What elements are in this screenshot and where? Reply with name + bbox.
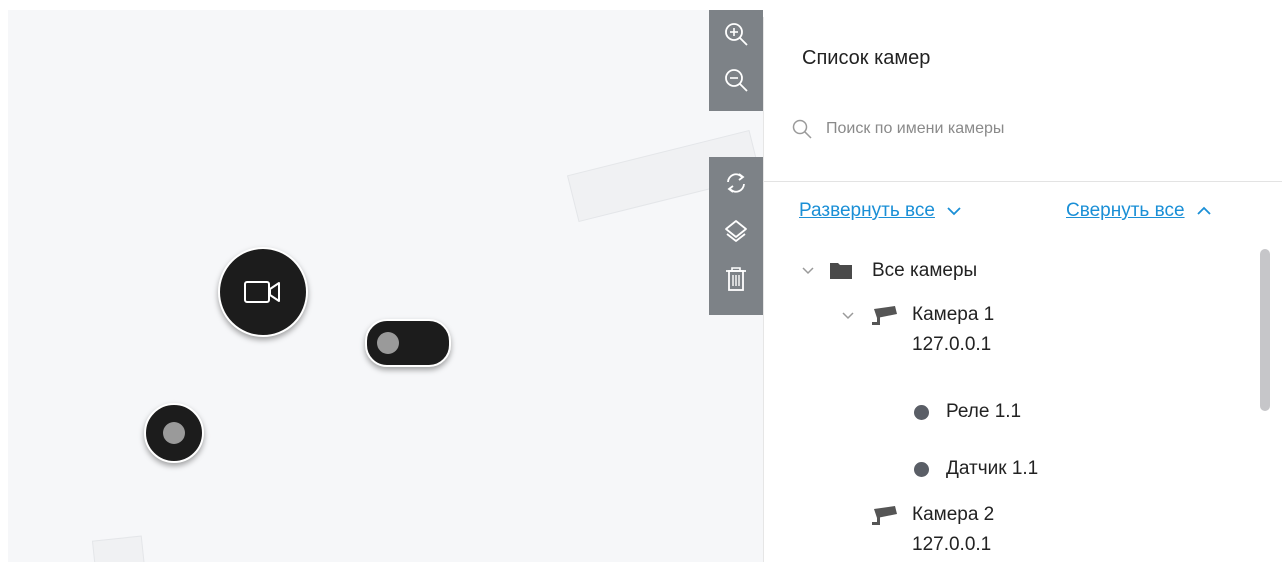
zoom-out-button[interactable] bbox=[716, 58, 756, 102]
tree-item-camera-2[interactable]: Камера 2 127.0.0.1 bbox=[868, 500, 994, 560]
tree-scrollbar[interactable] bbox=[1260, 249, 1270, 411]
refresh-icon bbox=[727, 173, 745, 193]
tree-item-sensor[interactable]: Датчик 1.1 bbox=[914, 458, 1038, 480]
relay-marker[interactable] bbox=[365, 319, 451, 367]
collapse-all-link[interactable]: Свернуть все bbox=[1066, 200, 1211, 222]
camera-name: Камера 1 bbox=[912, 304, 995, 325]
panel-title: Список камер bbox=[802, 47, 931, 69]
map-background-shape bbox=[91, 535, 147, 562]
cctv-camera-icon bbox=[872, 506, 897, 525]
tree-item-label: Все камеры bbox=[872, 260, 978, 281]
cctv-camera-icon bbox=[872, 306, 897, 325]
toggle-knob-icon bbox=[377, 332, 399, 354]
tree-item-label: Реле 1.1 bbox=[946, 401, 1022, 422]
trash-icon bbox=[726, 267, 746, 291]
zoom-out-icon bbox=[725, 69, 748, 92]
layers-button[interactable] bbox=[716, 209, 756, 253]
folder-icon bbox=[830, 263, 852, 279]
expand-all-label: Развернуть все bbox=[799, 200, 935, 221]
map-tools-toolbar bbox=[709, 157, 763, 315]
tree-item-label: Датчик 1.1 bbox=[946, 458, 1039, 479]
delete-button[interactable] bbox=[716, 257, 756, 301]
chevron-down-icon bbox=[802, 267, 814, 275]
chevron-down-icon bbox=[842, 312, 854, 320]
camera-name: Камера 2 bbox=[912, 504, 995, 525]
video-camera-icon bbox=[244, 281, 280, 303]
relay-dot-icon bbox=[914, 404, 929, 420]
tree-item-all-cameras[interactable]: Все камеры bbox=[802, 260, 977, 282]
chevron-up-icon bbox=[1196, 206, 1211, 216]
tree-item-relay[interactable]: Реле 1.1 bbox=[914, 401, 1021, 423]
camera-marker[interactable] bbox=[218, 247, 308, 337]
divider bbox=[764, 181, 1282, 182]
sensor-dot-icon bbox=[914, 461, 929, 477]
tree-item-camera-1[interactable]: Камера 1 127.0.0.1 bbox=[842, 300, 994, 360]
zoom-in-button[interactable] bbox=[716, 12, 756, 56]
collapse-all-label: Свернуть все bbox=[1066, 200, 1185, 221]
zoom-in-icon bbox=[725, 23, 748, 46]
camera-tree: Все камеры Камера 1 127.0.0.1 Реле 1.1 Д… bbox=[794, 255, 1254, 562]
chevron-down-icon bbox=[947, 206, 961, 216]
camera-search bbox=[792, 113, 1252, 145]
map-canvas[interactable] bbox=[8, 10, 763, 562]
zoom-toolbar bbox=[709, 10, 763, 111]
search-icon bbox=[792, 119, 812, 139]
sensor-dot-icon bbox=[163, 422, 185, 444]
layers-icon bbox=[725, 220, 747, 242]
expand-all-link[interactable]: Развернуть все bbox=[799, 200, 961, 222]
search-input[interactable] bbox=[824, 119, 1228, 139]
camera-list-panel: Список камер Развернуть все Свернуть все… bbox=[763, 17, 1282, 562]
sensor-marker[interactable] bbox=[144, 403, 204, 463]
camera-ip: 127.0.0.1 bbox=[912, 534, 992, 555]
camera-ip: 127.0.0.1 bbox=[912, 334, 992, 355]
refresh-button[interactable] bbox=[716, 161, 756, 205]
